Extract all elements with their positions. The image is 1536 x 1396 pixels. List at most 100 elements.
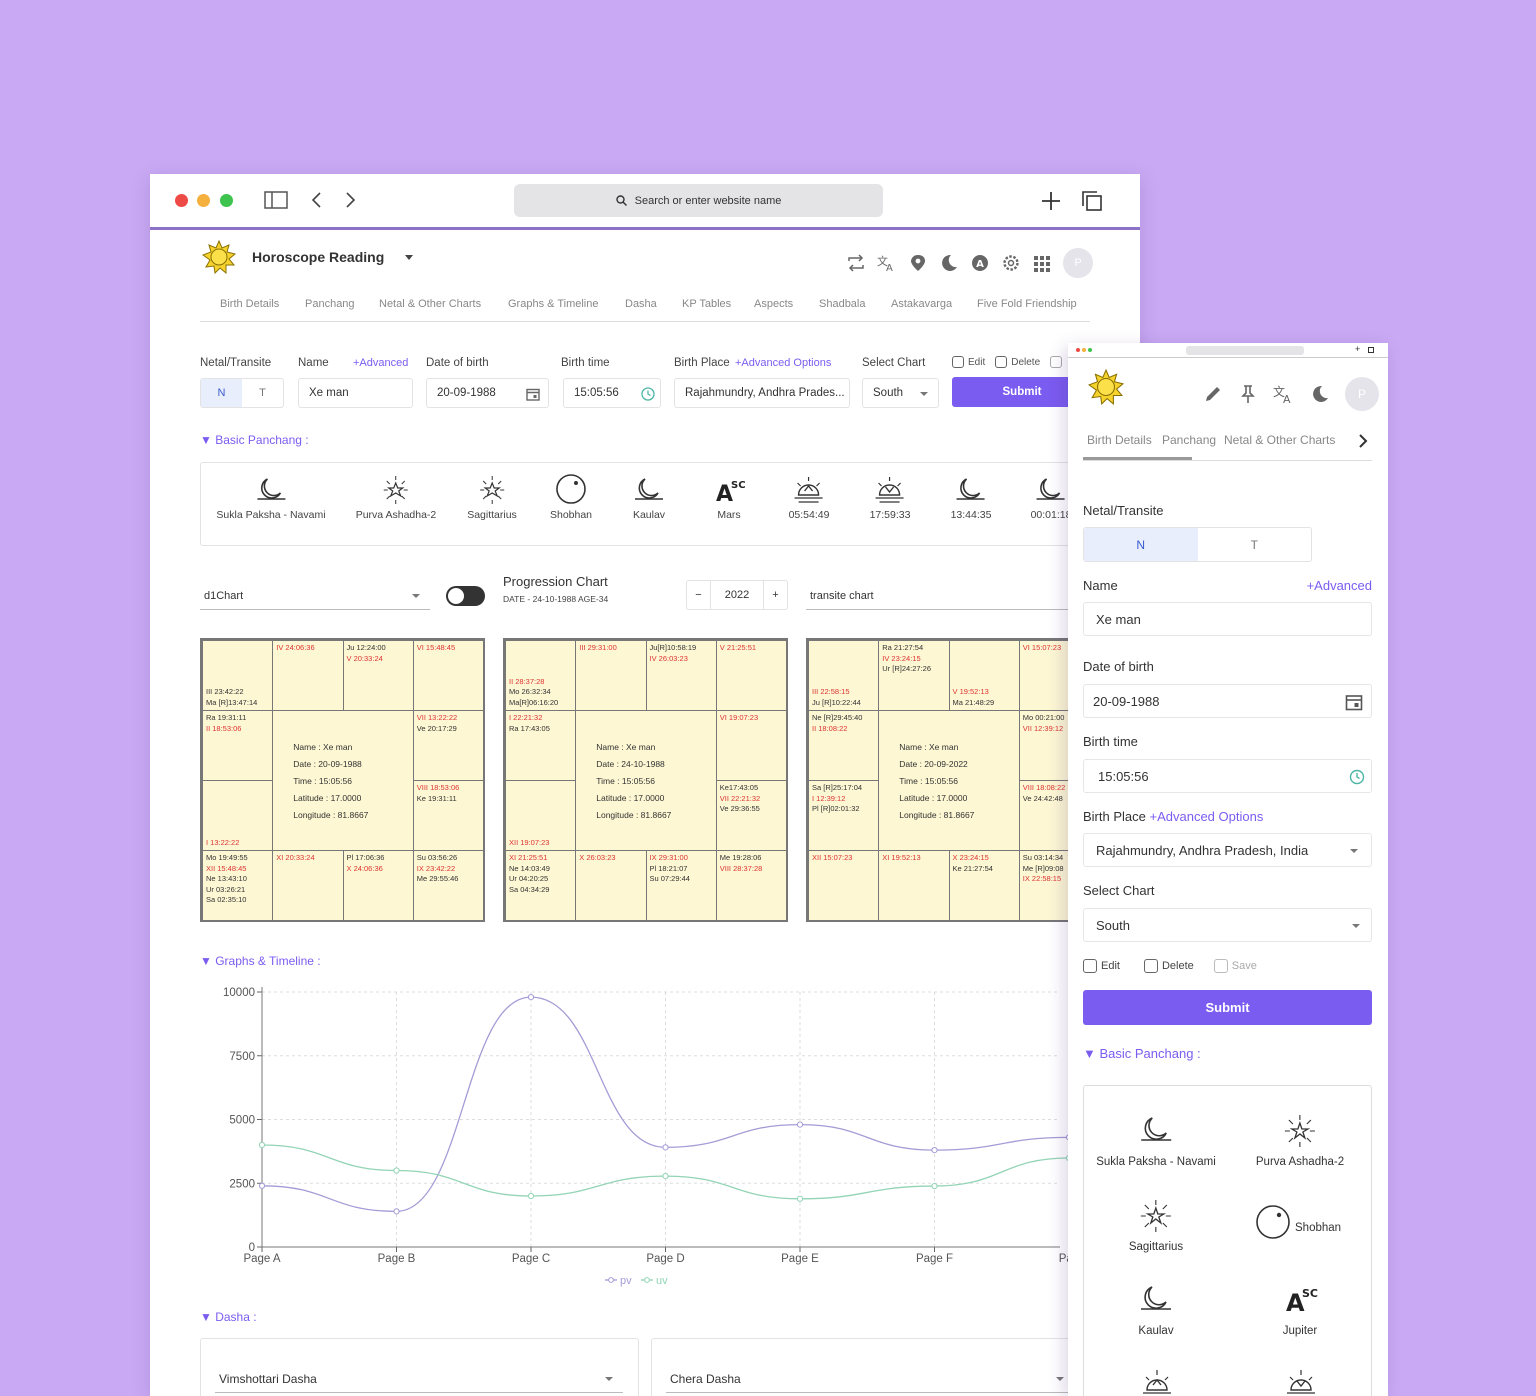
apps-grid-icon[interactable] (1032, 254, 1052, 272)
name-input[interactable]: Xe man (1083, 602, 1372, 636)
translate-icon[interactable]: 文A (877, 254, 897, 272)
transit-chart-select[interactable]: transite chart (806, 582, 1076, 610)
tab-birth-details[interactable]: Birth Details (1087, 433, 1152, 447)
minimize-window-button[interactable] (1082, 348, 1086, 352)
avatar[interactable]: P (1063, 248, 1093, 278)
netal-option-n[interactable]: N (1084, 528, 1198, 561)
advanced-options-link[interactable]: +Advanced Options (735, 357, 831, 369)
maximize-window-button[interactable] (1088, 348, 1092, 352)
planet-degree-text: X 24:06:36 (346, 863, 383, 873)
year-value[interactable]: 2022 (711, 589, 763, 601)
tab-birth-details[interactable]: Birth Details (220, 298, 279, 310)
tab-panchang[interactable]: Panchang (305, 298, 355, 310)
maximize-window-button[interactable] (220, 194, 233, 207)
sidebar-toggle-icon[interactable] (264, 191, 288, 209)
address-bar[interactable] (1186, 346, 1304, 355)
year-increment-button[interactable]: + (763, 581, 787, 609)
new-tab-icon[interactable] (1040, 190, 1062, 212)
tab-shadbala[interactable]: Shadbala (819, 298, 866, 310)
minimize-window-button[interactable] (197, 194, 210, 207)
chart-select[interactable]: South (862, 378, 939, 408)
edit-checkbox[interactable] (1083, 959, 1097, 973)
new-tab-icon[interactable]: + (1355, 344, 1360, 354)
vimshottari-select[interactable]: Vimshottari Dasha (215, 1365, 623, 1393)
chera-dasha-select[interactable]: Chera Dasha (666, 1365, 1074, 1393)
chart-select[interactable]: South (1083, 908, 1372, 942)
address-bar[interactable]: Search or enter website name (514, 184, 883, 217)
save-checkbox[interactable] (1050, 356, 1063, 368)
tab-panchang[interactable]: Panchang (1162, 433, 1216, 447)
netal-option-n[interactable]: N (201, 379, 242, 407)
close-window-button[interactable] (175, 194, 188, 207)
advanced-link[interactable]: +Advanced (353, 357, 408, 369)
tab-overview-icon[interactable] (1368, 347, 1374, 353)
chart-house-cell: XI 20:33:24 (272, 850, 344, 921)
dob-input[interactable]: 20-09-1988 (426, 378, 549, 408)
star-burst-icon (384, 476, 408, 504)
place-select[interactable]: Rajahmundry, Andhra Pradesh, India (1083, 833, 1372, 867)
time-value: 15:05:56 (574, 387, 619, 399)
clock-icon[interactable] (641, 387, 655, 401)
close-window-button[interactable] (1076, 348, 1080, 352)
dasha-section-toggle[interactable]: ▼ Dasha : (200, 1310, 257, 1324)
submit-button[interactable]: Submit (1083, 990, 1372, 1025)
gear-icon[interactable] (1001, 254, 1021, 272)
dob-input[interactable]: 20-09-1988 (1083, 684, 1372, 718)
pencil-icon[interactable] (1203, 384, 1223, 404)
calendar-icon[interactable] (526, 387, 540, 401)
tab-overview-icon[interactable] (1081, 190, 1103, 212)
data-point-uv (796, 1195, 804, 1202)
calendar-icon[interactable] (1345, 693, 1363, 711)
year-decrement-button[interactable]: − (687, 581, 711, 609)
legend-marker (608, 1277, 614, 1283)
chart-toggle-switch[interactable] (446, 586, 485, 606)
chart-house-cell: XI 19:52:13 (878, 850, 950, 921)
font-a-icon[interactable]: A (970, 254, 990, 272)
graphs-section-toggle[interactable]: ▼ Graphs & Timeline : (200, 954, 321, 968)
location-pin-icon[interactable] (908, 254, 928, 272)
moon-icon[interactable] (1310, 384, 1330, 404)
panchang-section-toggle[interactable]: ▼ Basic Panchang : (1083, 1046, 1201, 1061)
swap-icon[interactable] (846, 254, 866, 272)
chevron-right-icon[interactable] (1355, 433, 1371, 449)
tab-netal-charts[interactable]: Netal & Other Charts (1224, 433, 1335, 447)
time-input[interactable]: 15:05:56 (563, 378, 661, 408)
tab-netal-charts[interactable]: Netal & Other Charts (379, 298, 481, 310)
netal-option-t[interactable]: T (1198, 528, 1312, 561)
chart-house-cell: IV 24:06:36 (272, 640, 344, 711)
edit-checkbox[interactable] (952, 356, 964, 368)
time-input[interactable]: 15:05:56 (1083, 759, 1372, 793)
advanced-link[interactable]: +Advanced (1307, 578, 1372, 593)
delete-checkbox[interactable] (995, 356, 1008, 368)
sun-logo-icon (1088, 369, 1124, 405)
place-input[interactable]: Rajahmundry, Andhra Prades... (674, 378, 850, 408)
tab-astakavarga[interactable]: Astakavarga (891, 298, 952, 310)
name-input[interactable]: Xe man (298, 378, 413, 408)
chart-house-cell: Ke17:43:05 VII 22:21:32 Ve 29:36:55 (715, 780, 787, 851)
tab-five-fold[interactable]: Five Fold Friendship (977, 298, 1077, 310)
tab-graphs[interactable]: Graphs & Timeline (508, 298, 598, 310)
tab-dasha[interactable]: Dasha (625, 298, 657, 310)
tab-aspects[interactable]: Aspects (754, 298, 793, 310)
d1chart-select[interactable]: d1Chart (200, 582, 430, 610)
save-checkbox[interactable] (1213, 959, 1228, 973)
chart-house-cell: Pl 17:06:36 X 24:06:36 (342, 850, 414, 921)
app-menu-caret-icon[interactable] (405, 255, 413, 260)
back-icon[interactable] (310, 191, 324, 209)
clock-icon[interactable] (1349, 769, 1365, 785)
pin-icon[interactable] (1238, 384, 1258, 404)
data-point-uv (258, 1141, 266, 1149)
dasha-card-1: Vimshottari Dasha (200, 1338, 639, 1396)
tab-kp-tables[interactable]: KP Tables (682, 298, 731, 310)
avatar[interactable]: P (1345, 377, 1379, 411)
ascendant-icon: ASC (716, 480, 746, 505)
chart-house-cell: III 29:31:00 (575, 640, 647, 711)
moon-icon[interactable] (939, 254, 959, 272)
advanced-options-link[interactable]: +Advanced Options (1150, 809, 1264, 824)
translate-icon[interactable]: 文A (1273, 384, 1295, 404)
panchang-section-toggle[interactable]: ▼ Basic Panchang : (200, 433, 309, 447)
chart-center-panel: Name : Xe man Date : 20-09-1988 Time : 15:… (272, 710, 414, 851)
delete-checkbox[interactable] (1143, 959, 1158, 973)
forward-icon[interactable] (343, 191, 357, 209)
netal-option-t[interactable]: T (242, 379, 283, 407)
